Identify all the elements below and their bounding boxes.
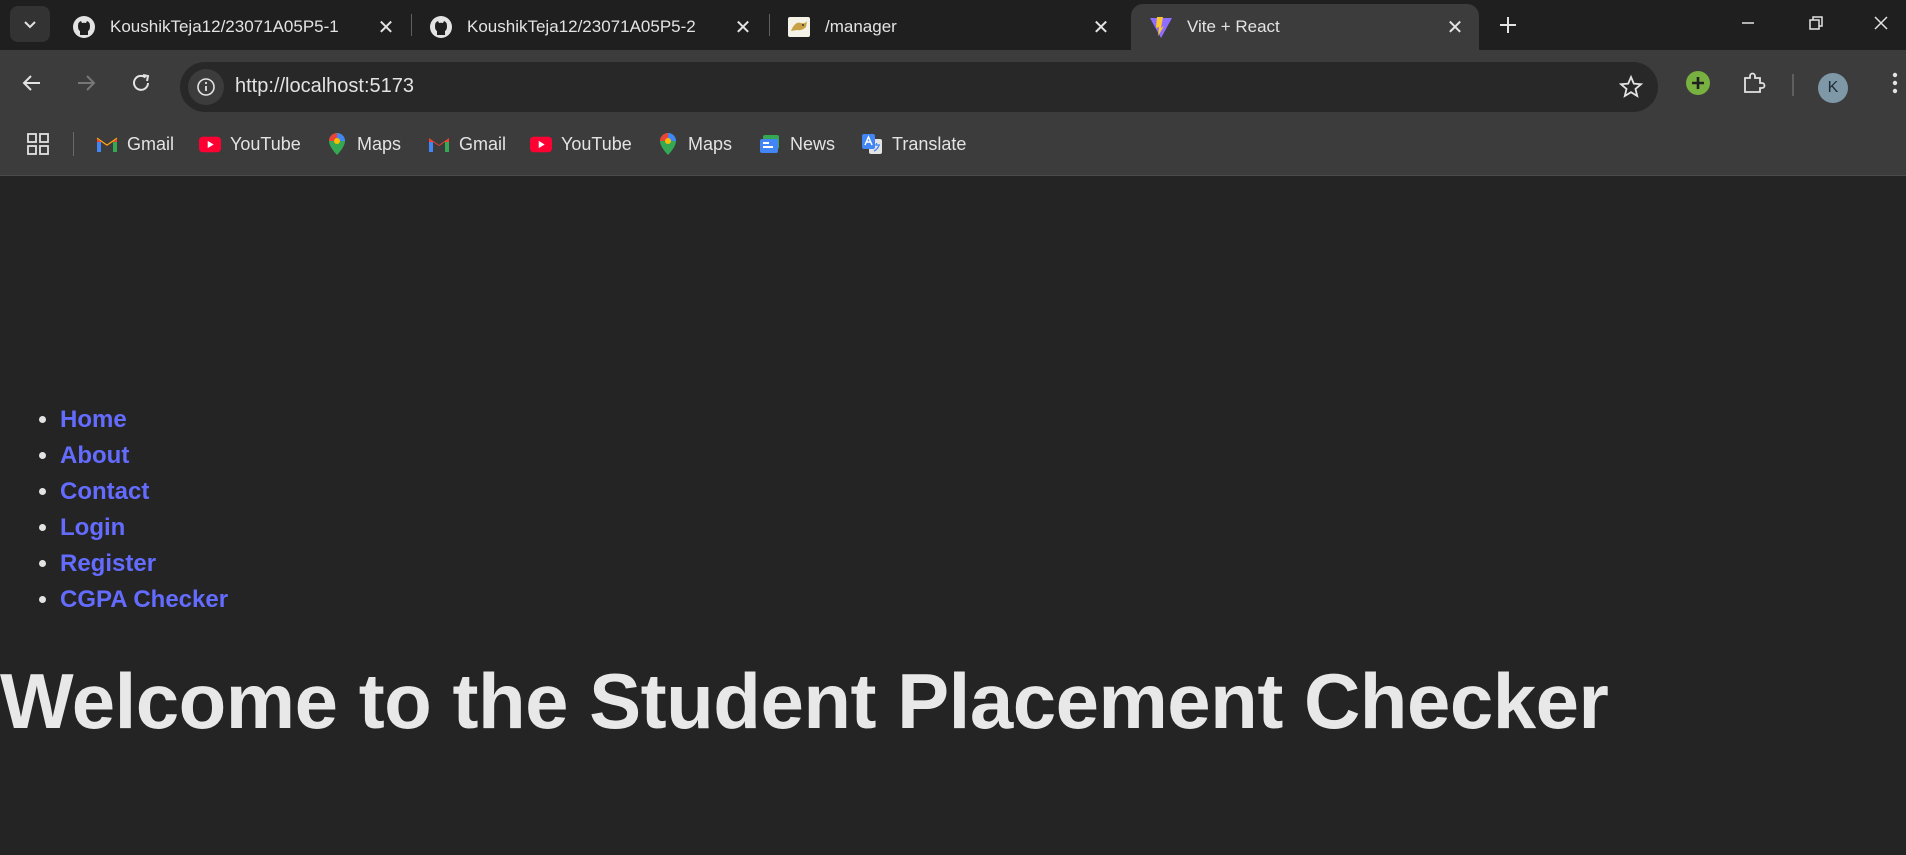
close-icon[interactable]: ✕ <box>372 13 400 41</box>
plus-circle-icon <box>1686 71 1710 95</box>
apps-icon[interactable] <box>26 132 50 156</box>
tab-title: KoushikTeja12/23071A05P5-1 <box>110 17 339 36</box>
bookmark-label: Maps <box>688 133 733 154</box>
bookmark-label: Gmail <box>459 133 507 154</box>
nav-item-login: Login <box>60 510 228 546</box>
gmail-icon <box>428 133 450 155</box>
tab-github-1[interactable]: KoushikTeja12/23071A05P5-1 ✕ <box>54 4 410 50</box>
bookmark-label: YouTube <box>230 133 301 154</box>
extension-add-button[interactable] <box>1683 68 1713 98</box>
close-icon[interactable]: ✕ <box>729 13 757 41</box>
restore-icon <box>1809 16 1823 30</box>
bookmark-label: Translate <box>892 133 967 154</box>
nav-link-home[interactable]: Home <box>60 406 127 433</box>
minimize-button[interactable] <box>1720 0 1776 46</box>
page-heading: Welcome to the Student Placement Checker <box>0 657 1609 745</box>
bookmark-news[interactable]: News <box>759 131 835 157</box>
url-text: http://localhost:5173 <box>235 75 415 97</box>
nav-item-contact: Contact <box>60 474 228 510</box>
youtube-icon <box>530 133 552 155</box>
bookmark-star-button[interactable] <box>1618 74 1644 100</box>
tab-title: KoushikTeja12/23071A05P5-2 <box>467 17 696 36</box>
bookmark-youtube[interactable]: YouTube <box>199 131 301 157</box>
info-icon <box>197 78 215 96</box>
close-icon[interactable]: ✕ <box>1441 13 1469 41</box>
reload-icon <box>133 74 150 91</box>
bookmark-label: Gmail <box>127 133 175 154</box>
nav-link-cgpa-checker[interactable]: CGPA Checker <box>60 586 228 613</box>
bookmark-gmail[interactable]: Gmail <box>428 131 506 157</box>
bookmark-maps[interactable]: Maps <box>326 131 401 157</box>
tab-github-2[interactable]: KoushikTeja12/23071A05P5-2 ✕ <box>411 4 767 50</box>
nav-link-login[interactable]: Login <box>60 514 125 541</box>
arrow-right-icon <box>78 75 96 91</box>
nav-link-about[interactable]: About <box>60 442 129 469</box>
nav-item-register: Register <box>60 546 228 582</box>
bookmark-divider <box>73 132 74 156</box>
bookmark-label: Maps <box>357 133 402 154</box>
github-icon <box>72 15 96 39</box>
youtube-icon <box>199 133 221 155</box>
tab-title: /manager <box>825 17 897 36</box>
main-nav: Home About Contact Login Register CGPA C… <box>60 402 228 618</box>
back-button[interactable] <box>14 65 50 101</box>
reload-button[interactable] <box>123 65 159 101</box>
close-window-button[interactable] <box>1856 0 1906 46</box>
browser-toolbar: http://localhost:5173 <box>0 50 1906 176</box>
bookmark-label: YouTube <box>561 133 632 154</box>
nav-item-about: About <box>60 438 228 474</box>
star-icon <box>1618 74 1644 98</box>
puzzle-icon <box>1744 72 1766 93</box>
bookmark-translate[interactable]: Translate <box>861 131 966 157</box>
vite-icon <box>1149 15 1173 39</box>
nav-link-contact[interactable]: Contact <box>60 478 149 505</box>
close-icon[interactable]: ✕ <box>1087 13 1115 41</box>
tab-title: Vite + React <box>1187 17 1280 36</box>
nav-item-cgpa-checker: CGPA Checker <box>60 582 228 618</box>
bookmark-maps[interactable]: Maps <box>657 131 732 157</box>
close-icon <box>1874 16 1888 30</box>
site-info-button[interactable] <box>188 69 224 105</box>
nav-link-register[interactable]: Register <box>60 550 156 577</box>
gmail-icon <box>96 133 118 155</box>
browser-window: KoushikTeja12/23071A05P5-1 ✕ KoushikTeja… <box>0 0 1906 855</box>
bookmark-gmail[interactable]: Gmail <box>96 131 174 157</box>
forward-button[interactable] <box>68 65 104 101</box>
news-icon <box>759 133 781 155</box>
github-icon <box>429 15 453 39</box>
maps-icon <box>326 133 348 155</box>
new-tab-button[interactable] <box>1492 9 1524 41</box>
page-content: Home About Contact Login Register CGPA C… <box>0 176 1906 855</box>
more-vertical-icon <box>1892 72 1898 94</box>
toolbar-divider <box>1792 74 1794 96</box>
plus-icon <box>1500 17 1516 33</box>
arrow-left-icon <box>22 75 40 91</box>
translate-icon <box>861 133 883 155</box>
bookmark-label: News <box>790 133 836 154</box>
tomcat-icon <box>787 15 811 39</box>
address-bar[interactable]: http://localhost:5173 <box>180 62 1658 112</box>
profile-avatar[interactable]: K <box>1818 73 1848 103</box>
minimize-icon <box>1742 22 1754 24</box>
tab-strip: KoushikTeja12/23071A05P5-1 ✕ KoushikTeja… <box>0 0 1906 50</box>
restore-button[interactable] <box>1788 0 1844 46</box>
nav-item-home: Home <box>60 402 228 438</box>
tab-manager[interactable]: /manager ✕ <box>769 4 1125 50</box>
maps-icon <box>657 133 679 155</box>
bookmark-youtube[interactable]: YouTube <box>530 131 632 157</box>
chevron-down-icon <box>24 21 36 29</box>
menu-button[interactable] <box>1880 68 1906 98</box>
tab-search-button[interactable] <box>10 6 50 42</box>
tab-vite-react[interactable]: Vite + React ✕ <box>1131 4 1479 50</box>
extensions-button[interactable] <box>1738 68 1768 98</box>
